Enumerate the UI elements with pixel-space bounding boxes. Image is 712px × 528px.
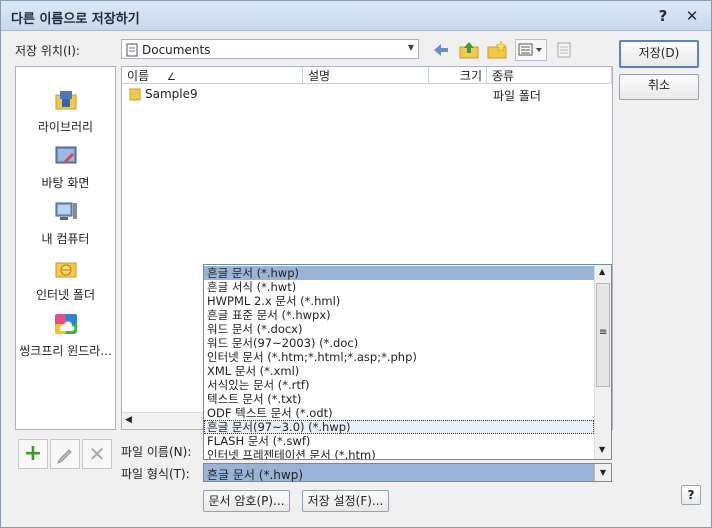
column-name-label: 이름 (127, 69, 150, 83)
column-header-name[interactable]: 이름 ∠ (122, 67, 303, 84)
filetype-option[interactable]: 서식있는 문서 (*.rtf) (204, 378, 594, 392)
filetype-option[interactable]: 텍스트 문서 (*.txt) (204, 392, 594, 406)
chevron-down-icon[interactable]: ▼ (594, 464, 611, 481)
view-menu-icon (518, 43, 542, 56)
back-icon (434, 44, 448, 56)
dialog-title: 다른 이름으로 저장하기 (11, 12, 140, 27)
filetype-combo[interactable]: 흔글 문서 (*.hwp) ▼ (203, 463, 612, 482)
filetype-option[interactable]: 흔글 서식 (*.hwt) (204, 280, 594, 294)
location-value: Documents (142, 43, 211, 57)
delete-icon: ✕ (88, 442, 106, 466)
sort-icon: ∠ (166, 72, 176, 83)
scroll-thumb[interactable]: ≡ (596, 283, 610, 387)
filetype-label: 파일 형식(T): (121, 467, 190, 481)
properties-button[interactable] (553, 39, 575, 61)
back-button[interactable] (429, 39, 453, 61)
scroll-down-icon[interactable]: ▼ (599, 445, 605, 454)
column-header-desc[interactable]: 설명 (303, 67, 429, 84)
place-label: 바탕 화면 (41, 176, 90, 190)
pencil-icon (57, 449, 72, 464)
scroll-left-icon[interactable]: ◀ (125, 415, 132, 425)
place-label: 라이브러리 (37, 120, 94, 134)
grip-icon: ≡ (599, 327, 608, 338)
scroll-up-icon[interactable]: ▲ (599, 267, 605, 276)
view-menu-button[interactable] (515, 39, 547, 61)
dropdown-scrollbar[interactable]: ▲ ≡ ▼ (594, 265, 611, 459)
help-button[interactable]: ? (681, 485, 701, 505)
column-header-type[interactable]: 종류 (487, 67, 612, 84)
save-settings-button[interactable]: 저장 설정(F)... (302, 490, 389, 512)
folder-icon (129, 88, 141, 101)
filetype-option[interactable]: XML 문서 (*.xml) (204, 364, 594, 378)
desktop-icon (55, 146, 76, 164)
place-label: 씽크프리 윈드라... (19, 344, 112, 358)
filetype-option[interactable]: 워드 문서 (*.docx) (204, 322, 594, 336)
filetype-option[interactable]: 인터넷 프레젠테이션 문서 (*.htm) (204, 448, 594, 459)
library-icon (55, 91, 76, 110)
thinkfree-icon (54, 314, 77, 334)
place-desktop[interactable]: 바탕 화면 (16, 145, 115, 191)
place-computer[interactable]: 내 컴퓨터 (16, 201, 115, 247)
filetype-option[interactable]: 인터넷 문서 (*.htm;*.html;*.asp;*.php) (204, 350, 594, 364)
filename-label: 파일 이름(N): (121, 445, 192, 459)
save-as-dialog: 다른 이름으로 저장하기 ? ✕ 저장 위치(I): Documents ▼ 저… (0, 0, 712, 528)
properties-icon (557, 42, 571, 58)
document-password-button[interactable]: 문서 암호(P)... (203, 490, 290, 512)
filetype-option[interactable]: 워드 문서(97~2003) (*.doc) (204, 336, 594, 350)
place-internet-folder[interactable]: 인터넷 폴더 (16, 257, 115, 303)
close-button[interactable]: ✕ (682, 6, 702, 26)
filetype-option[interactable]: 흔글 표준 문서 (*.hwpx) (204, 308, 594, 322)
place-label: 내 컴퓨터 (41, 232, 90, 246)
title-bar: 다른 이름으로 저장하기 ? ✕ (1, 1, 711, 31)
table-row[interactable]: Sample9 파일 폴더 (122, 86, 612, 103)
save-button[interactable]: 저장(D) (619, 40, 699, 68)
add-button[interactable]: + (18, 439, 48, 469)
places-bar: 라이브러리 바탕 화면 내 컴퓨터 인터넷 폴더 씽크프리 윈드라... (15, 66, 116, 430)
cancel-button[interactable]: 취소 (619, 74, 699, 100)
new-folder-icon (487, 40, 507, 59)
file-type-cell: 파일 폴더 (493, 89, 541, 103)
plus-icon: + (23, 441, 43, 466)
file-name-cell: Sample9 (145, 87, 198, 101)
internet-folder-icon (55, 262, 76, 278)
filetype-dropdown[interactable]: 흔글 문서 (*.hwp) 흔글 서식 (*.hwt) HWPML 2.x 문서 (… (203, 264, 612, 460)
filetype-option[interactable]: HWPML 2.x 문서 (*.hml) (204, 294, 594, 308)
computer-icon (55, 202, 77, 220)
location-combo[interactable]: Documents ▼ (121, 39, 419, 59)
place-library[interactable]: 라이브러리 (16, 89, 115, 135)
filetype-value: 흔글 문서 (*.hwp) (207, 468, 304, 482)
edit-button[interactable] (50, 439, 80, 469)
chevron-down-icon: ▼ (407, 43, 414, 52)
place-label: 인터넷 폴더 (35, 288, 95, 302)
help-title-button[interactable]: ? (653, 6, 673, 26)
location-label: 저장 위치(I): (15, 44, 80, 58)
new-folder-button[interactable] (485, 39, 509, 61)
column-header-size[interactable]: 크기 (429, 67, 487, 84)
filetype-option[interactable]: ODF 텍스트 문서 (*.odt) (204, 406, 594, 420)
up-folder-button[interactable] (457, 39, 481, 61)
filetype-option[interactable]: 흔글 문서 (*.hwp) (204, 266, 594, 280)
filetype-option[interactable]: FLASH 문서 (*.swf) (204, 434, 594, 448)
document-folder-icon (126, 43, 138, 57)
place-thinkfree[interactable]: 씽크프리 윈드라... (16, 313, 115, 359)
up-folder-icon (459, 42, 479, 59)
delete-button[interactable]: ✕ (82, 439, 112, 469)
filetype-option[interactable]: 흔글 문서(97~3.0) (*.hwp) (204, 420, 594, 434)
